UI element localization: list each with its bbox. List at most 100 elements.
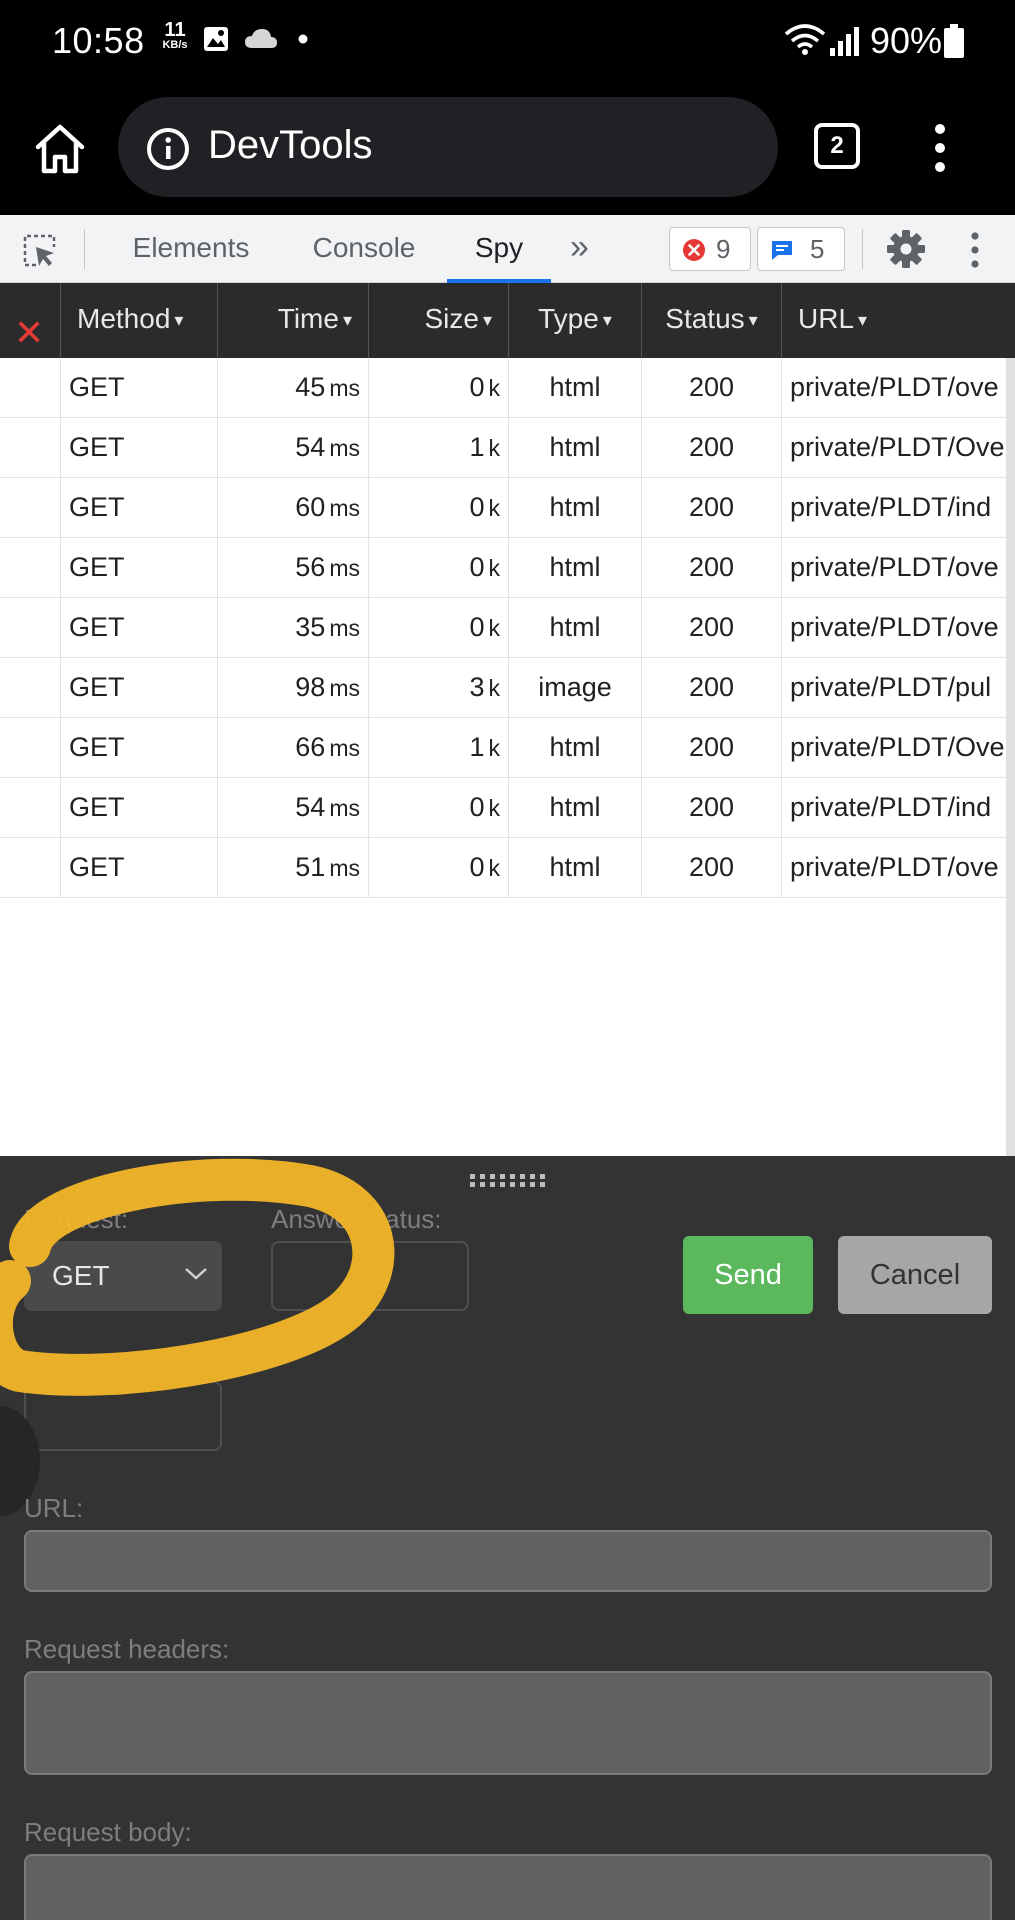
gear-icon[interactable] xyxy=(886,229,926,269)
notification-dot-icon xyxy=(298,34,308,44)
time-value: 98 xyxy=(295,672,326,702)
toolbar-divider xyxy=(84,229,85,269)
cancel-button[interactable]: Cancel xyxy=(838,1236,992,1314)
cell-url: private/PLDT/ove xyxy=(782,598,1015,658)
type-value: html xyxy=(549,732,601,762)
table-row[interactable]: GET 35 ms 0 k html 200 private/PLDT/ove xyxy=(0,598,1015,658)
network-speed-value: 11 xyxy=(164,19,186,41)
url-input[interactable] xyxy=(24,1530,992,1592)
tab-switcher-button[interactable]: 2 xyxy=(814,123,860,169)
home-icon[interactable] xyxy=(30,119,90,179)
cell-url: private/PLDT/ove xyxy=(782,358,1015,418)
table-row[interactable]: GET 51 ms 0 k html 200 private/PLDT/ove xyxy=(0,838,1015,898)
message-count-badge[interactable]: 5 xyxy=(757,227,845,271)
table-row[interactable]: GET 60 ms 0 k html 200 private/PLDT/ind xyxy=(0,478,1015,538)
table-row[interactable]: GET 56 ms 0 k html 200 private/PLDT/ove xyxy=(0,538,1015,598)
cell-type: html xyxy=(509,718,642,778)
url-value: private/PLDT/ind xyxy=(790,792,992,822)
answer-status-input[interactable] xyxy=(271,1241,469,1311)
time-unit: ms xyxy=(329,615,360,641)
timeout-input[interactable] xyxy=(24,1381,222,1451)
cell-url: private/PLDT/ove xyxy=(782,838,1015,898)
time-unit: ms xyxy=(329,435,360,461)
table-row[interactable]: GET 98 ms 3 k image 200 private/PLDT/pul xyxy=(0,658,1015,718)
error-count: 9 xyxy=(716,234,731,264)
cell-size: 3k xyxy=(369,658,509,718)
devtools-toolbar: Elements Console Spy » 9 5 xyxy=(0,215,1015,283)
type-value: html xyxy=(549,852,601,882)
table-row[interactable]: GET 54 ms 0 k html 200 private/PLDT/ind xyxy=(0,778,1015,838)
send-button[interactable]: Send xyxy=(683,1236,813,1314)
url-value: private/PLDT/ove xyxy=(790,612,999,642)
cell-time: 35 ms xyxy=(218,598,369,658)
tab-console[interactable]: Console xyxy=(296,215,432,283)
method-value: GET xyxy=(69,372,125,402)
clear-column: ✕ xyxy=(0,283,61,358)
tab-spy[interactable]: Spy xyxy=(447,215,551,283)
type-value: image xyxy=(538,672,612,702)
method-value: GET xyxy=(69,792,125,822)
browser-menu-icon[interactable] xyxy=(930,123,950,173)
table-row[interactable]: GET 54 ms 1 k html 200 private/PLDT/Ove xyxy=(0,418,1015,478)
row-gutter xyxy=(0,478,61,538)
inspect-element-icon[interactable] xyxy=(22,233,58,269)
error-count-badge[interactable]: 9 xyxy=(669,227,751,271)
table-row[interactable]: GET 45 ms 0 k html 200 private/PLDT/ove xyxy=(0,358,1015,418)
cell-time: 60 ms xyxy=(218,478,369,538)
cell-method: GET xyxy=(61,718,218,778)
column-header-time[interactable]: Time ▾ xyxy=(218,283,369,358)
request-table: ✕ Method ▾ Time ▾ Size ▾ Type ▾ Status ▾ URL ▾… xyxy=(0,283,1015,1156)
tab-elements[interactable]: Elements xyxy=(118,215,264,283)
size-value: 0 xyxy=(469,552,485,582)
status-value: 200 xyxy=(688,492,735,522)
cell-status: 200 xyxy=(642,418,782,478)
method-value: GET xyxy=(69,612,125,642)
cell-method: GET xyxy=(61,418,218,478)
cell-method: GET xyxy=(61,358,218,418)
cell-method: GET xyxy=(61,538,218,598)
row-gutter xyxy=(0,838,61,898)
resize-handle-icon[interactable] xyxy=(470,1174,546,1188)
request-method-select[interactable]: GET xyxy=(24,1241,222,1311)
column-label: URL xyxy=(798,303,855,334)
column-header-type[interactable]: Type ▾ xyxy=(509,283,642,358)
status-value: 200 xyxy=(688,612,735,642)
row-gutter xyxy=(0,718,61,778)
status-value: 200 xyxy=(688,852,735,882)
cloud-icon xyxy=(245,29,277,48)
answer-status-label: Answer status: xyxy=(271,1204,442,1234)
type-value: html xyxy=(549,552,601,582)
request-headers-textarea[interactable] xyxy=(24,1671,992,1775)
cell-type: html xyxy=(509,838,642,898)
address-bar[interactable]: DevTools xyxy=(118,97,778,197)
cell-time: 98 ms xyxy=(218,658,369,718)
column-header-url[interactable]: URL ▾ xyxy=(782,283,1015,358)
sort-arrow-icon: ▾ xyxy=(602,310,612,330)
size-unit: k xyxy=(488,435,501,461)
url-value: private/PLDT/Ove xyxy=(790,732,1005,762)
clock: 10:58 xyxy=(52,20,145,61)
url-value: private/PLDT/ove xyxy=(790,552,999,582)
time-value: 66 xyxy=(295,732,326,762)
more-tabs-button[interactable]: » xyxy=(570,215,589,283)
sort-arrow-icon: ▾ xyxy=(482,310,492,330)
cell-type: html xyxy=(509,598,642,658)
column-header-size[interactable]: Size ▾ xyxy=(369,283,509,358)
column-header-method[interactable]: Method ▾ xyxy=(61,283,218,358)
column-header-status[interactable]: Status ▾ xyxy=(642,283,782,358)
table-row[interactable]: GET 66 ms 1 k html 200 private/PLDT/Ove xyxy=(0,718,1015,778)
battery-level: 90% xyxy=(870,20,943,61)
row-gutter xyxy=(0,358,61,418)
request-body-textarea[interactable] xyxy=(24,1854,992,1920)
cell-method: GET xyxy=(61,658,218,718)
time-value: 56 xyxy=(295,552,326,582)
cell-size: 0k xyxy=(369,478,509,538)
status-value: 200 xyxy=(688,372,735,402)
time-unit: ms xyxy=(329,795,360,821)
size-unit: k xyxy=(488,735,501,761)
table-scrollbar[interactable] xyxy=(1006,358,1015,1156)
info-icon[interactable] xyxy=(146,127,190,171)
devtools-menu-icon[interactable] xyxy=(968,231,982,269)
cell-url: private/PLDT/Ove xyxy=(782,418,1015,478)
message-icon xyxy=(772,241,792,260)
